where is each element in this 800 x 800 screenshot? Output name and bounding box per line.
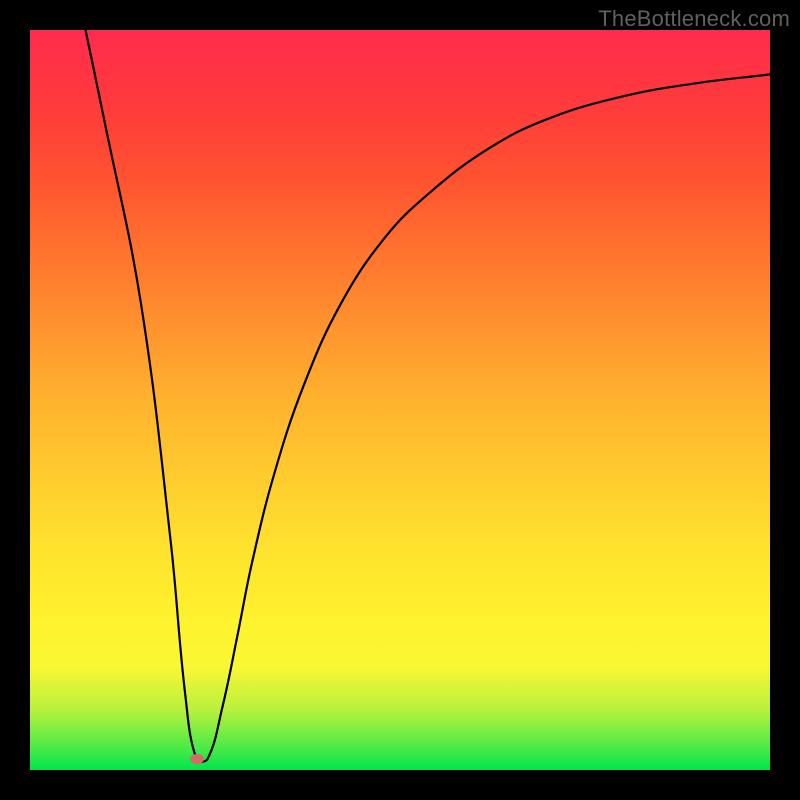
watermark-text: TheBottleneck.com	[598, 6, 790, 32]
curve-svg	[30, 30, 770, 770]
bottleneck-curve	[86, 30, 771, 762]
chart-frame: TheBottleneck.com	[0, 0, 800, 800]
optimum-marker	[190, 754, 204, 764]
plot-area	[30, 30, 770, 770]
